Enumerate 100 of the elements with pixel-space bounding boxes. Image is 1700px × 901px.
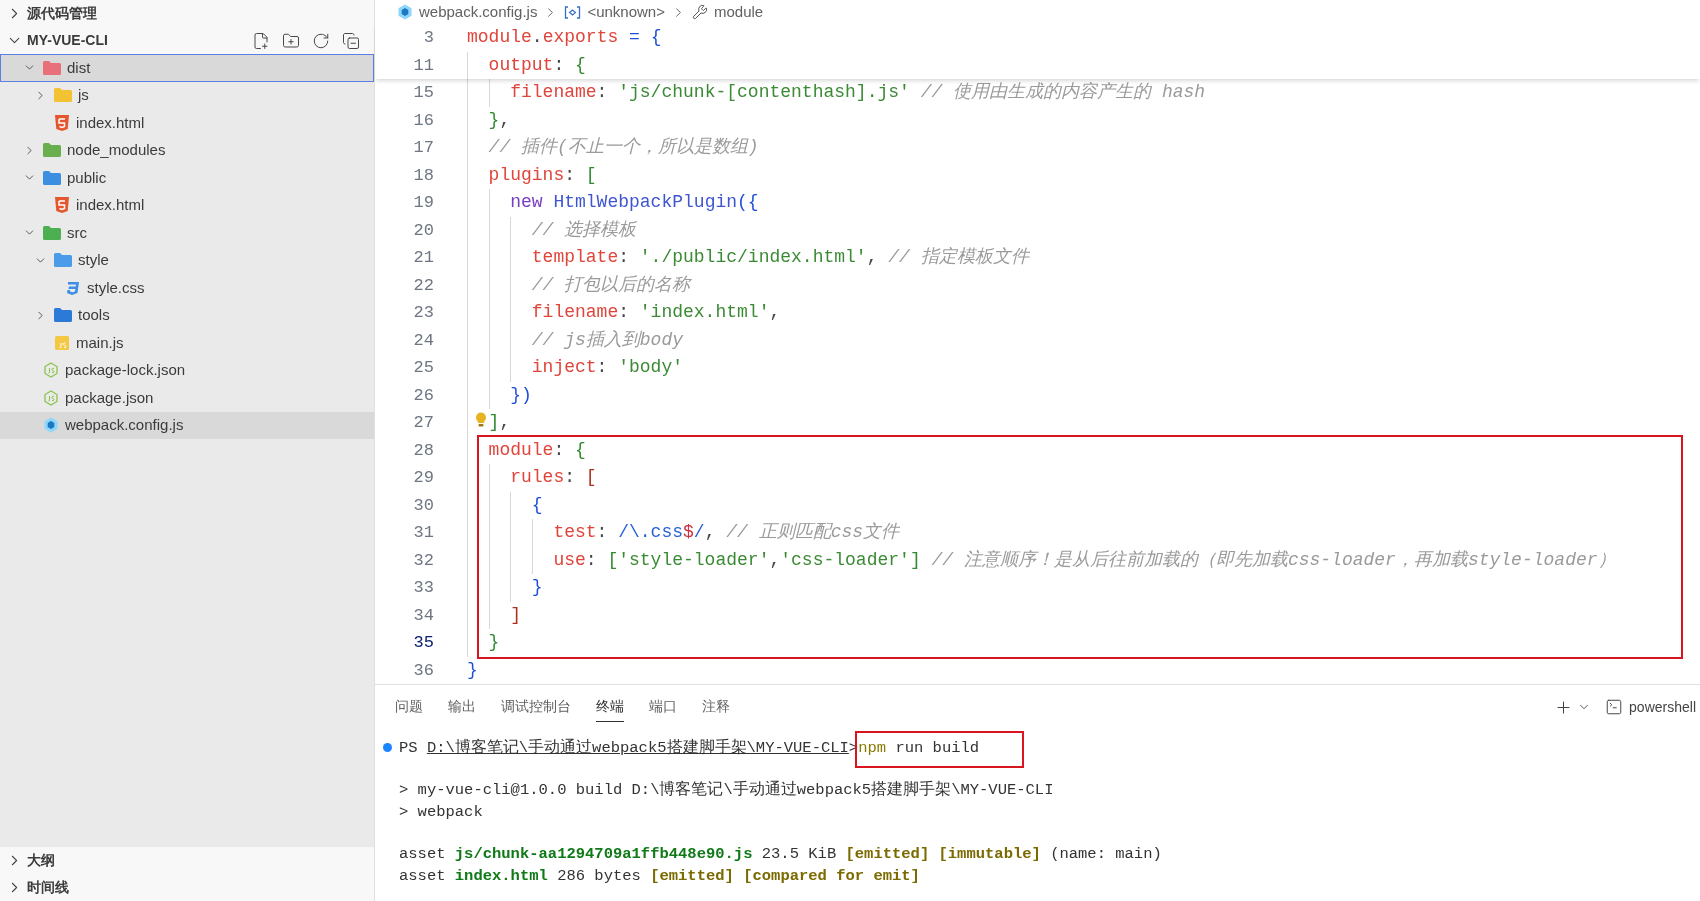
file-row[interactable]: index.html [0,191,374,219]
lightbulb-icon[interactable] [475,412,487,428]
line-number: 27 [412,412,434,434]
code-token: new [510,191,544,215]
panel-tab[interactable]: 端口 [649,692,677,722]
code-token: , [704,521,716,545]
file-row[interactable]: package-lock.json [0,356,374,384]
file-row[interactable]: index.html [0,109,374,137]
line-number: 3 [422,27,434,49]
code-token: // 正则匹配css文件 [725,521,900,545]
new-file-icon[interactable] [252,31,270,50]
js-file-icon [54,334,70,351]
breadcrumb-item[interactable]: <unknown> [587,0,665,24]
line-number: 34 [412,604,434,627]
file-row[interactable]: style.css [0,274,374,302]
code-token: $ [683,521,694,545]
code-token: 'index.html' [639,301,770,325]
code-token: [ [585,466,597,490]
terminal-text: PS [399,739,419,757]
line-number: 32 [412,549,434,572]
code-token: // 指定模板文件 [887,246,1029,270]
code-token: filename [531,301,619,325]
code-token: filename [510,81,597,105]
panel-tab[interactable]: 输出 [448,692,476,722]
folder-row[interactable]: tools [0,301,374,329]
folder-row[interactable]: dist [0,54,374,82]
file-name: webpack.config.js [65,415,184,435]
line-number: 24 [412,329,434,352]
section-title[interactable]: 源代码管理 [27,3,97,24]
code-token: } [488,108,500,132]
code-token: template [531,246,619,270]
code-token: : [618,301,630,325]
file-name: node_modules [67,140,166,160]
file-name: src [67,222,87,243]
breadcrumb-item[interactable]: module [714,0,764,24]
collapse-all-icon[interactable] [342,31,360,50]
panel-tab[interactable]: 调试控制台 [501,692,571,722]
line-number: 16 [412,109,434,132]
line-number: 26 [412,384,434,407]
code-token: . [531,26,543,50]
code-token: ] [510,603,521,627]
folder-row[interactable]: style [0,246,374,274]
shell-name[interactable]: powershell [1629,696,1696,718]
html-file-icon [54,114,70,131]
section-title[interactable]: 大纲 [27,850,55,871]
breadcrumb-item[interactable]: webpack.config.js [419,0,538,24]
code-token: HtmlWebpackPlugin [553,191,738,215]
line-number: 36 [412,659,434,682]
file-row[interactable]: webpack.config.js [0,411,374,439]
line-number: 33 [412,577,434,599]
section-title[interactable]: 时间线 [27,877,69,898]
terminal-text: (name: main) [1049,845,1162,863]
folder-row[interactable]: node_modules [0,136,374,164]
css-file-icon [65,279,81,296]
folder-icon [43,225,61,240]
code-token: , [499,411,511,435]
line-number: 28 [412,439,434,462]
folder-icon [43,60,61,75]
line-number: 25 [412,357,434,379]
panel-tab[interactable]: 终端 [596,692,624,722]
file-row[interactable]: package.json [0,384,374,412]
code-token: // 打包以后的名称 [531,273,691,297]
file-name: tools [78,305,110,325]
code-token: }) [510,383,532,407]
code-token: : [553,53,566,77]
refresh-icon[interactable] [312,31,330,50]
code-token: : [618,246,630,270]
file-name: package.json [65,387,154,408]
code-token: { [575,438,586,462]
code-token: use [553,548,586,572]
folder-row[interactable]: js [0,81,374,109]
code-token: / [693,521,705,545]
command-args: run build [895,739,980,757]
cube-icon [43,417,59,434]
folder-icon [43,170,61,185]
section-title[interactable]: MY-VUE-CLI [27,30,108,51]
terminal-text: asset [399,845,447,863]
code-token: , [499,108,511,132]
terminal-text: > my-vue-cli@1.0.0 build D:\博客笔记\手动通过webpack5搭建脚手架\MY-VUE-CLI [399,781,1054,799]
code-token: = [628,26,641,50]
line-number: 23 [412,302,434,324]
code-token: exports [542,26,619,50]
cube-icon [397,4,413,20]
folder-row[interactable]: src [0,219,374,247]
line-number: 17 [412,137,434,159]
code-token: , [769,548,781,572]
file-row[interactable]: main.js [0,329,374,357]
file-name: style [78,250,109,270]
code-token: rules [510,466,565,490]
code-token: 'js/chunk-[contenthash].js' [618,81,910,105]
panel-tab[interactable]: 问题 [395,692,423,722]
code-token: [ [607,548,619,572]
panel-tab[interactable]: 注释 [702,692,730,722]
file-name: index.html [76,112,145,133]
folder-row[interactable]: public [0,164,374,192]
status-text: [immutable] [938,845,1041,863]
new-folder-icon[interactable] [282,31,300,50]
terminal-path[interactable]: D:\博客笔记\手动通过webpack5搭建脚手架\MY-VUE-CLI [426,739,849,757]
folder-icon [43,143,61,158]
code-token: ] [909,548,921,572]
